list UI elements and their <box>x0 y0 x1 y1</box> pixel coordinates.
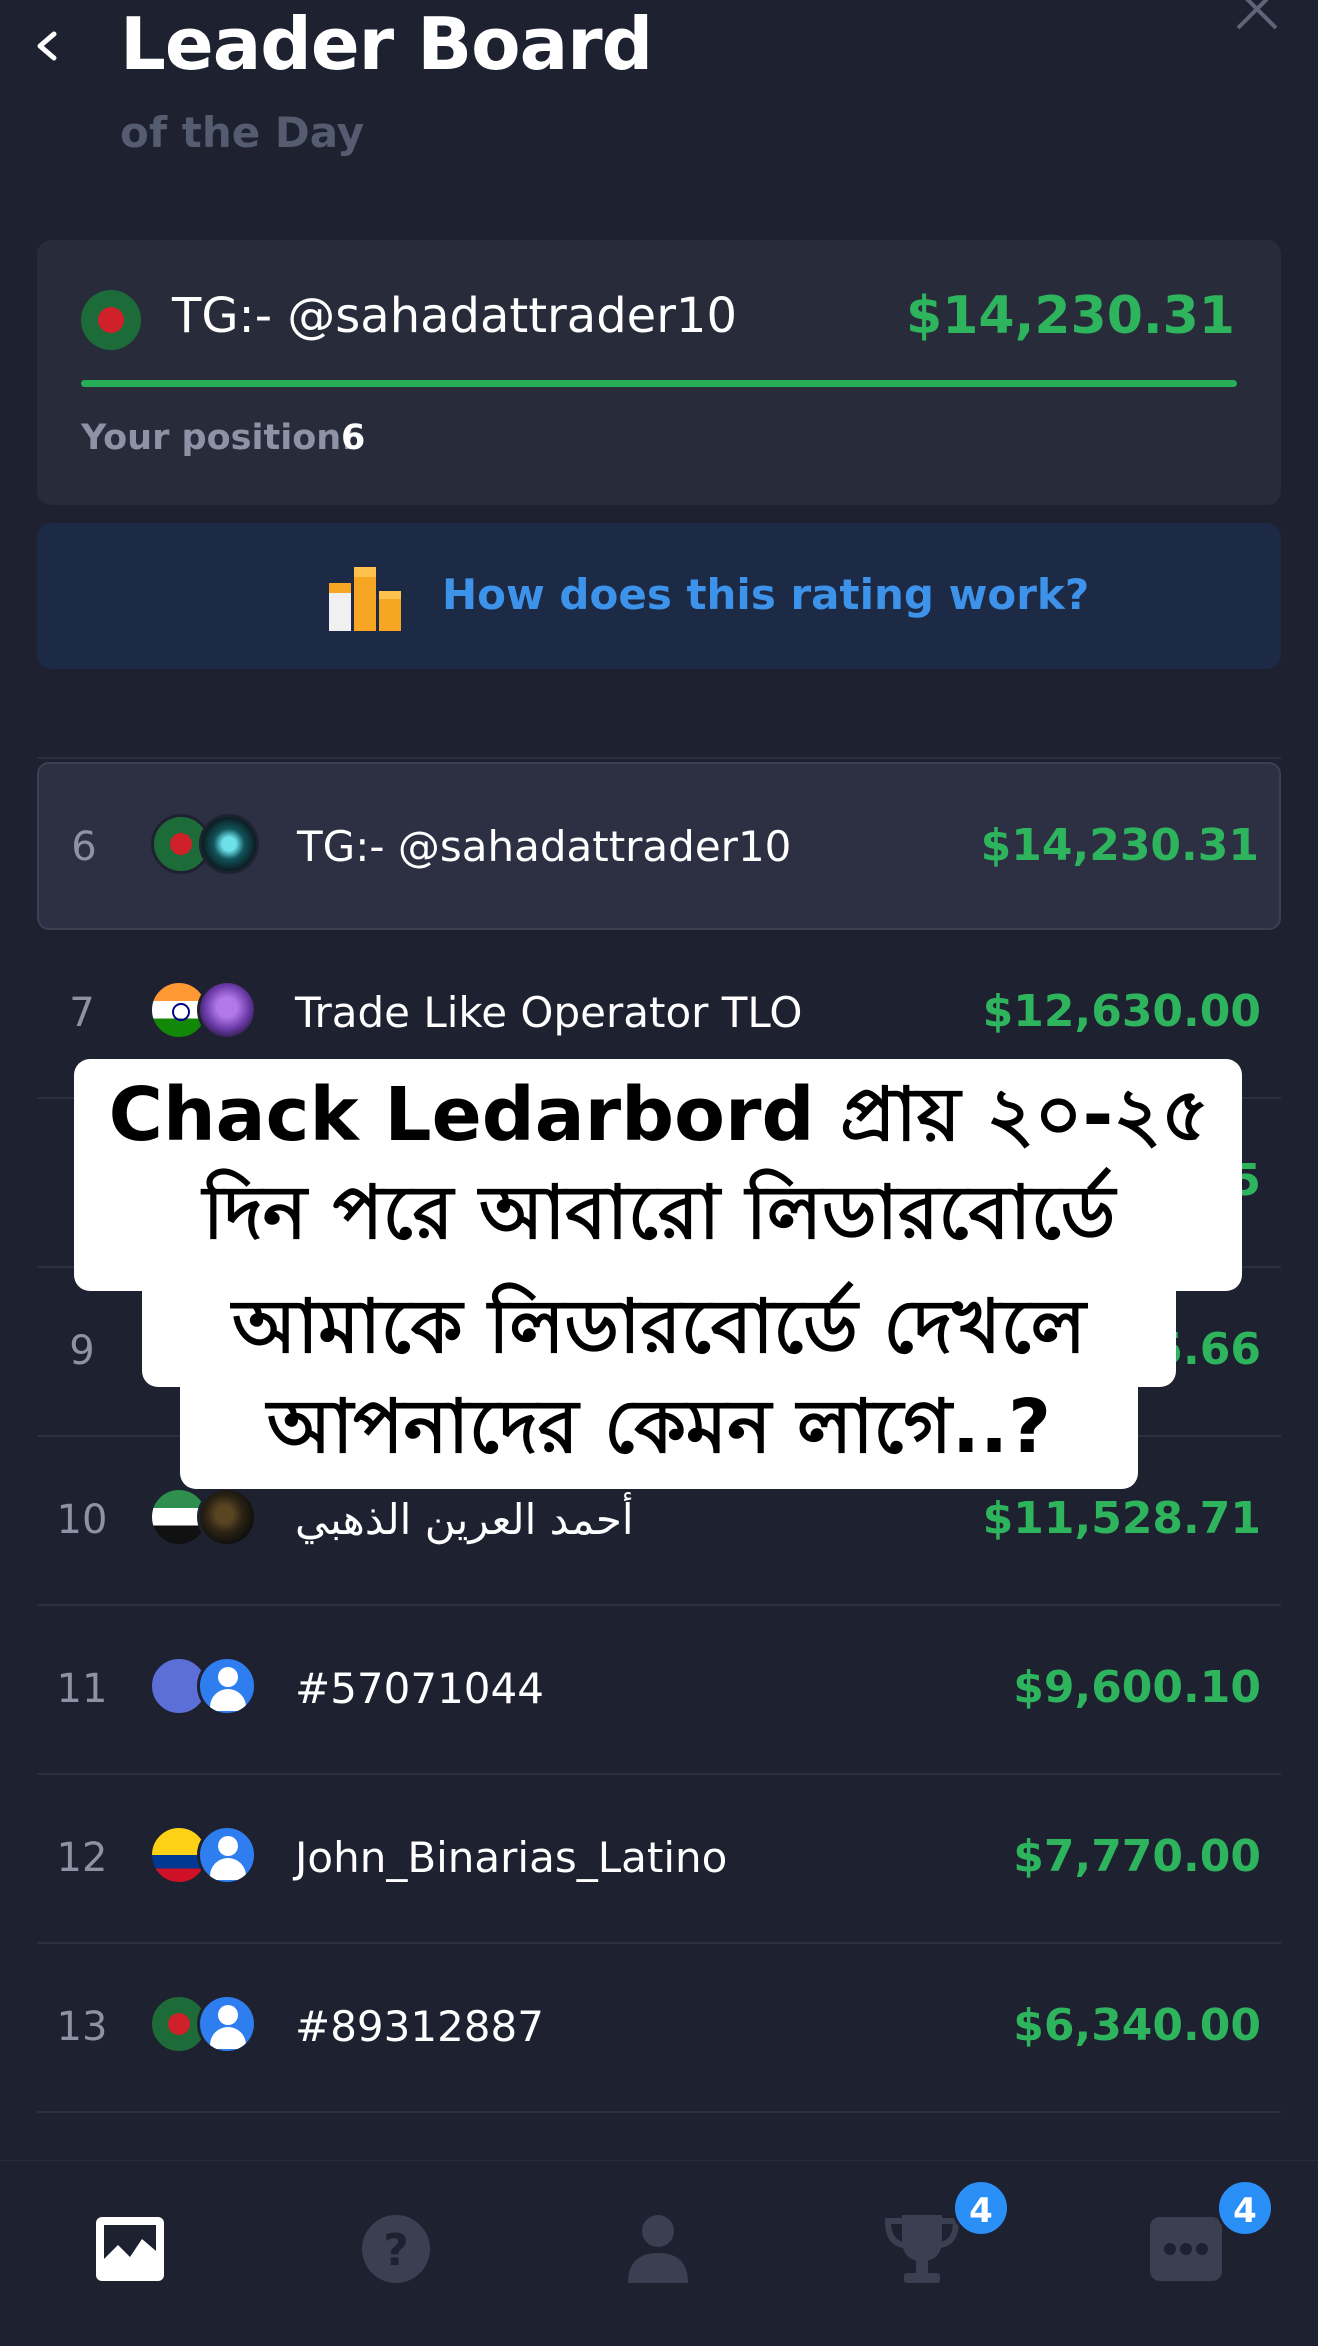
back-button[interactable] <box>18 12 74 80</box>
close-icon <box>1236 0 1278 30</box>
row-username: Trade Like Operator TLO <box>295 988 803 1037</box>
caption-line: দিন পরে আবারো লিডারবোর্ডে <box>202 1170 1116 1256</box>
leaderboard-row[interactable]: 6 TG:- @sahadattrader10 $14,230.31 <box>37 762 1281 930</box>
trophy-badge: 4 <box>952 2179 1010 2237</box>
avatar <box>197 1487 257 1547</box>
close-button[interactable] <box>1232 0 1284 36</box>
chart-icon <box>96 2217 164 2281</box>
tab-help[interactable]: ? <box>346 2199 446 2299</box>
row-profit: $6,340.00 <box>1013 2000 1261 2051</box>
page-title: Leader Board <box>120 2 653 86</box>
row-username: #57071044 <box>295 1664 544 1713</box>
position-value: 6 <box>341 418 366 458</box>
row-profit: $12,630.00 <box>982 986 1261 1037</box>
row-username: #89312887 <box>295 2002 544 2051</box>
avatar <box>199 814 259 874</box>
row-rank: 13 <box>56 2004 108 2050</box>
svg-text:?: ? <box>383 2225 409 2276</box>
row-profit: $7,770.00 <box>1013 1831 1261 1882</box>
tab-trophy[interactable]: 4 <box>872 2179 1010 2299</box>
row-username: أحمد العرين الذهبي <box>295 1495 634 1544</box>
position-label: Your position: <box>81 418 356 458</box>
rating-info-button[interactable]: How does this rating work? <box>37 523 1281 669</box>
row-rank: 7 <box>69 990 95 1036</box>
header: Leader Board of the Day <box>0 0 1318 200</box>
avatar <box>197 980 257 1040</box>
default-user-icon <box>197 1994 257 2054</box>
leaderboard-row[interactable]: 11 #57071044 $9,600.10 <box>37 1606 1281 1775</box>
row-rank: 12 <box>56 1835 108 1881</box>
row-rank: 11 <box>56 1666 108 1712</box>
my-progress-bar <box>81 380 1237 387</box>
row-profit: $14,230.31 <box>980 820 1259 871</box>
help-icon: ? <box>362 2215 430 2283</box>
caption-line: Chack Ledarbord প্রায় ২০-২৫ <box>108 1072 1210 1158</box>
tab-profile[interactable] <box>608 2199 708 2299</box>
tab-chat[interactable]: 4 <box>1136 2179 1274 2299</box>
row-rank: 10 <box>56 1497 108 1543</box>
default-user-icon <box>197 1825 257 1885</box>
my-username: TG:- @sahadattrader10 <box>172 288 738 344</box>
chat-badge: 4 <box>1216 2179 1274 2237</box>
tab-chart[interactable] <box>80 2199 180 2299</box>
caption-overlay: Chack Ledarbord প্রায় ২০-২৫ দিন পরে আবা… <box>0 1055 1318 1495</box>
row-username: TG:- @sahadattrader10 <box>297 822 792 871</box>
row-profit: $9,600.10 <box>1013 1662 1261 1713</box>
divider <box>37 757 1281 759</box>
gift-boxes-icon <box>329 567 401 631</box>
my-profit: $14,230.31 <box>906 286 1235 346</box>
my-position-card: TG:- @sahadattrader10 $14,230.31 Your po… <box>37 240 1281 505</box>
row-profit: $11,528.71 <box>982 1493 1261 1544</box>
row-rank: 6 <box>71 824 97 870</box>
rating-info-label: How does this rating work? <box>442 570 1090 619</box>
bottom-tab-bar: ? 4 4 <box>0 2160 1318 2346</box>
my-progress-fill <box>81 380 1237 387</box>
chevron-left-icon <box>37 31 57 61</box>
row-username: John_Binarias_Latino <box>295 1833 728 1882</box>
page-subtitle: of the Day <box>120 108 365 157</box>
leaderboard-row[interactable]: 13 #89312887 $6,340.00 <box>37 1944 1281 2113</box>
bangladesh-flag-icon <box>81 290 141 350</box>
caption-line: আপনাদের কেমন লাগে..? <box>266 1384 1052 1470</box>
default-user-icon <box>197 1656 257 1716</box>
profile-icon <box>628 2215 688 2283</box>
caption-line: আমাকে লিডারবোর্ডে দেখলে <box>232 1284 1086 1370</box>
leaderboard-row[interactable]: 12 John_Binarias_Latino $7,770.00 <box>37 1775 1281 1944</box>
